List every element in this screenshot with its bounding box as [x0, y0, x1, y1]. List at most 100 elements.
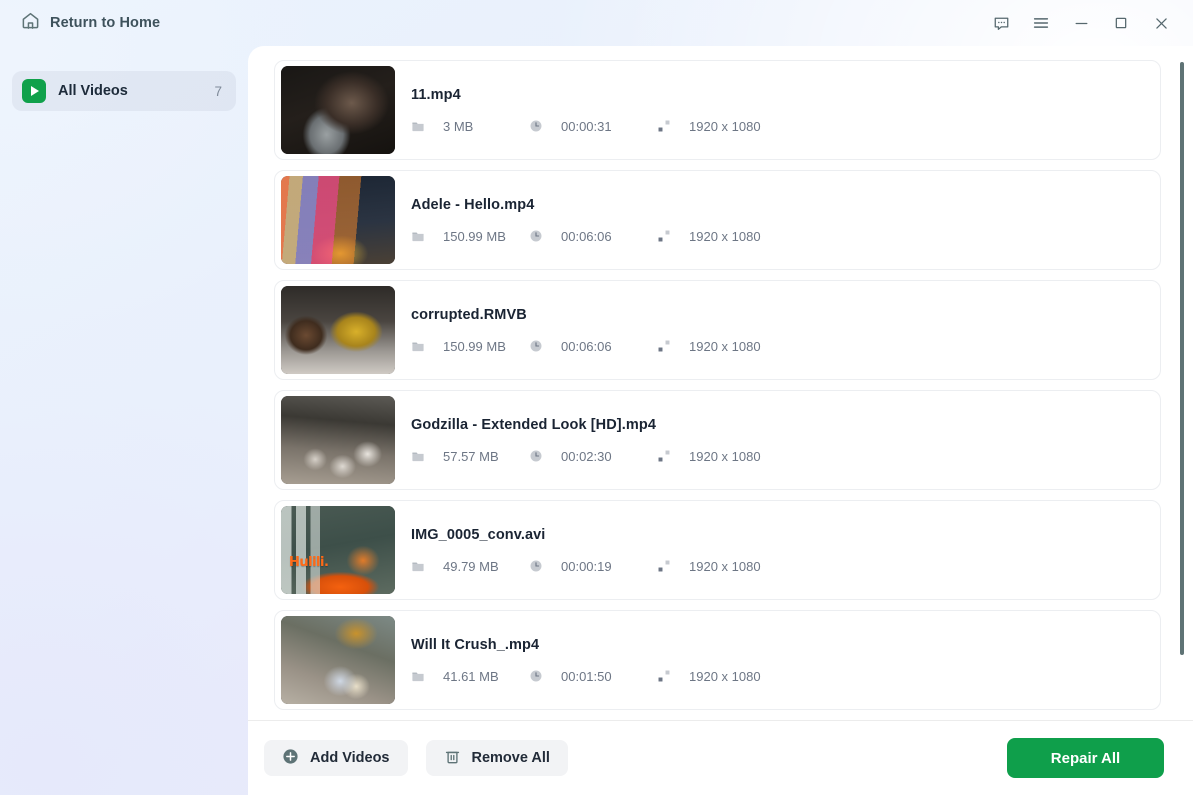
footer-toolbar: Add Videos Remove All Repair All: [248, 720, 1193, 795]
repair-all-button[interactable]: Repair All: [1007, 738, 1164, 778]
video-metadata: 150.99 MB 00:06:06 1920 x 1080: [411, 339, 1160, 354]
video-info: Adele - Hello.mp4150.99 MB00:06:061920 x…: [411, 197, 1160, 244]
menu-icon[interactable]: [1021, 0, 1061, 46]
video-duration-cell: 00:00:19: [529, 559, 657, 574]
video-metadata: 41.61 MB 00:01:50 1920 x 1080: [411, 669, 1160, 684]
sidebar: All Videos 7: [0, 46, 248, 795]
home-icon: [21, 11, 40, 35]
video-list-item[interactable]: Will It Crush_.mp4 41.61 MB 00:01:50 1920 x…: [274, 610, 1161, 710]
clock-icon: [529, 559, 552, 573]
remove-all-button[interactable]: Remove All: [426, 740, 568, 776]
content-panel: 11.mp4 3 MB 00:00:31 1920 x 1080 Adele - Hel…: [248, 46, 1193, 795]
video-file-name: Godzilla - Extended Look [HD].mp4: [411, 417, 1160, 433]
video-size-value: 3 MB: [443, 119, 473, 134]
video-list: 11.mp4 3 MB 00:00:31 1920 x 1080 Adele - Hel…: [248, 60, 1193, 710]
video-resolution-cell: 1920 x 1080: [657, 119, 817, 134]
plus-circle-icon: [282, 748, 299, 768]
video-size-cell: 41.61 MB: [411, 669, 529, 684]
clock-icon: [529, 669, 552, 683]
window-controls: [981, 0, 1193, 46]
video-size-cell: 49.79 MB: [411, 559, 529, 574]
video-info: IMG_0005_conv.avi 49.79 MB 00:00:19 1920 x …: [411, 527, 1160, 574]
remove-all-label: Remove All: [472, 750, 550, 766]
video-size-value: 150.99 MB: [443, 339, 506, 354]
video-file-name: 11.mp4: [411, 87, 1160, 103]
video-list-item[interactable]: Adele - Hello.mp4150.99 MB00:06:061920 x…: [274, 170, 1161, 270]
maximize-icon[interactable]: [1101, 0, 1141, 46]
video-size-value: 57.57 MB: [443, 449, 499, 464]
video-resolution-cell: 1920 x 1080: [657, 449, 817, 464]
sidebar-item-label: All Videos: [58, 83, 214, 99]
video-duration-value: 00:06:06: [561, 339, 612, 354]
close-icon[interactable]: [1141, 0, 1181, 46]
video-duration-cell: 00:02:30: [529, 449, 657, 464]
video-list-scrollbar[interactable]: [1180, 62, 1184, 720]
folder-icon: [411, 559, 434, 573]
add-videos-button[interactable]: Add Videos: [264, 740, 408, 776]
video-resolution-cell: 1920 x 1080: [657, 669, 817, 684]
video-file-name: Will It Crush_.mp4: [411, 637, 1160, 653]
folder-icon: [411, 339, 434, 353]
video-thumbnail: [281, 286, 395, 374]
video-size-cell: 57.57 MB: [411, 449, 529, 464]
video-list-item[interactable]: corrupted.RMVB 150.99 MB 00:06:06 1920 x 10…: [274, 280, 1161, 380]
video-size-cell: 3 MB: [411, 119, 529, 134]
minimize-icon[interactable]: [1061, 0, 1101, 46]
title-bar: Return to Home: [0, 0, 1193, 46]
feedback-icon[interactable]: [981, 0, 1021, 46]
video-metadata: 150.99 MB00:06:061920 x 1080: [411, 229, 1160, 244]
video-duration-value: 00:00:19: [561, 559, 612, 574]
video-list-scroll-area: 11.mp4 3 MB 00:00:31 1920 x 1080 Adele - Hel…: [248, 46, 1193, 720]
video-thumbnail: [281, 396, 395, 484]
clock-icon: [529, 449, 552, 463]
video-resolution-value: 1920 x 1080: [689, 119, 761, 134]
video-resolution-value: 1920 x 1080: [689, 559, 761, 574]
video-list-item[interactable]: Godzilla - Extended Look [HD].mp4 57.57 M…: [274, 390, 1161, 490]
video-thumbnail: [281, 616, 395, 704]
sidebar-item-all-videos[interactable]: All Videos 7: [12, 71, 236, 111]
video-resolution-value: 1920 x 1080: [689, 339, 761, 354]
resolution-icon: [657, 669, 680, 683]
video-file-name: IMG_0005_conv.avi: [411, 527, 1160, 543]
trash-icon: [444, 748, 461, 768]
clock-icon: [529, 229, 552, 243]
return-to-home-label: Return to Home: [50, 15, 160, 31]
thumbnail-overlay-text: Hulili.: [289, 555, 328, 570]
video-thumbnail: [281, 66, 395, 154]
video-duration-cell: 00:01:50: [529, 669, 657, 684]
video-play-icon: [22, 79, 46, 103]
video-file-name: Adele - Hello.mp4: [411, 197, 1160, 213]
video-size-value: 150.99 MB: [443, 229, 506, 244]
video-list-item[interactable]: Hulili. IMG_0005_conv.avi 49.79 MB 00:00:19…: [274, 500, 1161, 600]
video-duration-cell: 00:00:31: [529, 119, 657, 134]
video-thumbnail: Hulili.: [281, 506, 395, 594]
video-duration-value: 00:06:06: [561, 229, 612, 244]
video-duration-value: 00:00:31: [561, 119, 612, 134]
video-info: Will It Crush_.mp4 41.61 MB 00:01:50 1920 x…: [411, 637, 1160, 684]
scrollbar-thumb[interactable]: [1180, 62, 1184, 655]
folder-icon: [411, 229, 434, 243]
video-resolution-value: 1920 x 1080: [689, 669, 761, 684]
video-resolution-value: 1920 x 1080: [689, 449, 761, 464]
resolution-icon: [657, 449, 680, 463]
video-size-value: 41.61 MB: [443, 669, 499, 684]
clock-icon: [529, 339, 552, 353]
video-size-cell: 150.99 MB: [411, 229, 529, 244]
video-file-name: corrupted.RMVB: [411, 307, 1160, 323]
video-duration-value: 00:02:30: [561, 449, 612, 464]
add-videos-label: Add Videos: [310, 750, 390, 766]
video-info: 11.mp4 3 MB 00:00:31 1920 x 1080: [411, 87, 1160, 134]
video-duration-value: 00:01:50: [561, 669, 612, 684]
return-to-home-button[interactable]: Return to Home: [17, 8, 164, 38]
video-size-cell: 150.99 MB: [411, 339, 529, 354]
folder-icon: [411, 119, 434, 133]
video-duration-cell: 00:06:06: [529, 339, 657, 354]
resolution-icon: [657, 339, 680, 353]
folder-icon: [411, 669, 434, 683]
video-duration-cell: 00:06:06: [529, 229, 657, 244]
video-list-item[interactable]: 11.mp4 3 MB 00:00:31 1920 x 1080: [274, 60, 1161, 160]
resolution-icon: [657, 229, 680, 243]
video-metadata: 57.57 MB 00:02:30 1920 x 1080: [411, 449, 1160, 464]
video-info: corrupted.RMVB 150.99 MB 00:06:06 1920 x 10…: [411, 307, 1160, 354]
sidebar-item-count: 7: [214, 84, 222, 99]
